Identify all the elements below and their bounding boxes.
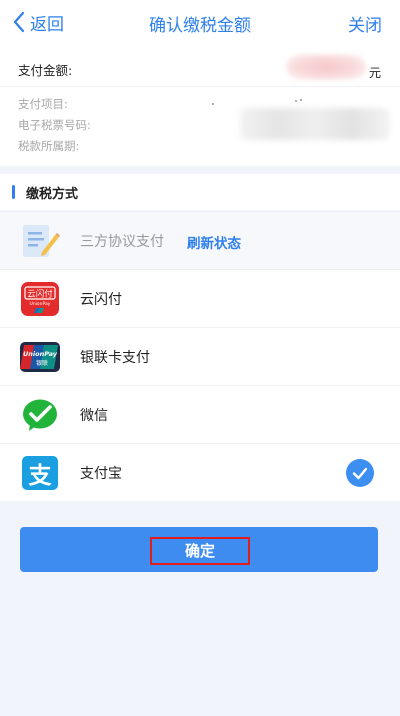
amount-label: 支付金额: xyxy=(18,63,73,78)
alipay-icon-text: 支 xyxy=(28,463,53,489)
method-alipay[interactable]: 支 支付宝 xyxy=(0,443,400,501)
method-wechat[interactable]: 微信 xyxy=(0,385,400,443)
document-edit-icon xyxy=(23,225,60,257)
alipay-icon: 支 xyxy=(22,456,58,490)
tax-ticket-number-label: 电子税票号码: xyxy=(18,118,91,132)
ticket-value-redacted xyxy=(240,108,390,140)
section-accent-bar xyxy=(12,185,15,199)
method-label: 云闪付 xyxy=(80,292,122,308)
close-button[interactable]: 关闭 xyxy=(348,11,382,36)
amount-unit: 元 xyxy=(369,66,382,80)
method-label: 银联卡支付 xyxy=(80,350,150,366)
quickpass-icon-text: 云闪付 xyxy=(27,289,53,300)
method-agreement-pay: 三方协议支付 刷新状态 xyxy=(0,211,400,269)
confirm-button-label: 确定 xyxy=(184,542,215,560)
method-label: 三方协议支付 xyxy=(80,234,164,250)
payment-info-card: 支付金额: 元 支付项目: 电子税票号码: 税款所属期: xyxy=(0,44,400,166)
section-title: 缴税方式 xyxy=(26,187,79,202)
redaction-mark xyxy=(212,103,214,105)
redaction-mark xyxy=(300,99,302,101)
method-unionpay-card[interactable]: UnionPay 银联 银联卡支付 xyxy=(0,327,400,385)
page-title: 确认缴税金额 xyxy=(149,16,251,36)
unionpay-icon-text: UnionPay xyxy=(23,350,58,358)
top-nav-bar: 返回 确认缴税金额 关闭 xyxy=(0,0,400,44)
quickpass-icon: 云闪付 UnionPay xyxy=(21,282,59,316)
payment-method-header: 缴税方式 xyxy=(0,174,400,210)
wechat-pay-icon xyxy=(23,399,57,431)
method-label: 支付宝 xyxy=(80,466,122,482)
method-label: 微信 xyxy=(80,408,108,424)
unionpay-icon-subtext: 银联 xyxy=(36,359,48,367)
quickpass-icon-subtext: UnionPay xyxy=(30,301,51,307)
payment-item-label: 支付项目: xyxy=(18,97,68,111)
unionpay-icon: UnionPay 银联 xyxy=(20,342,60,372)
tax-period-label: 税款所属期: xyxy=(18,139,80,153)
method-quickpass[interactable]: 云闪付 UnionPay 云闪付 xyxy=(0,269,400,327)
divider xyxy=(0,86,400,87)
selected-check-icon xyxy=(346,459,374,487)
refresh-status-link[interactable]: 刷新状态 xyxy=(187,232,241,252)
amount-value-redacted xyxy=(286,54,366,80)
redaction-mark xyxy=(295,100,297,102)
